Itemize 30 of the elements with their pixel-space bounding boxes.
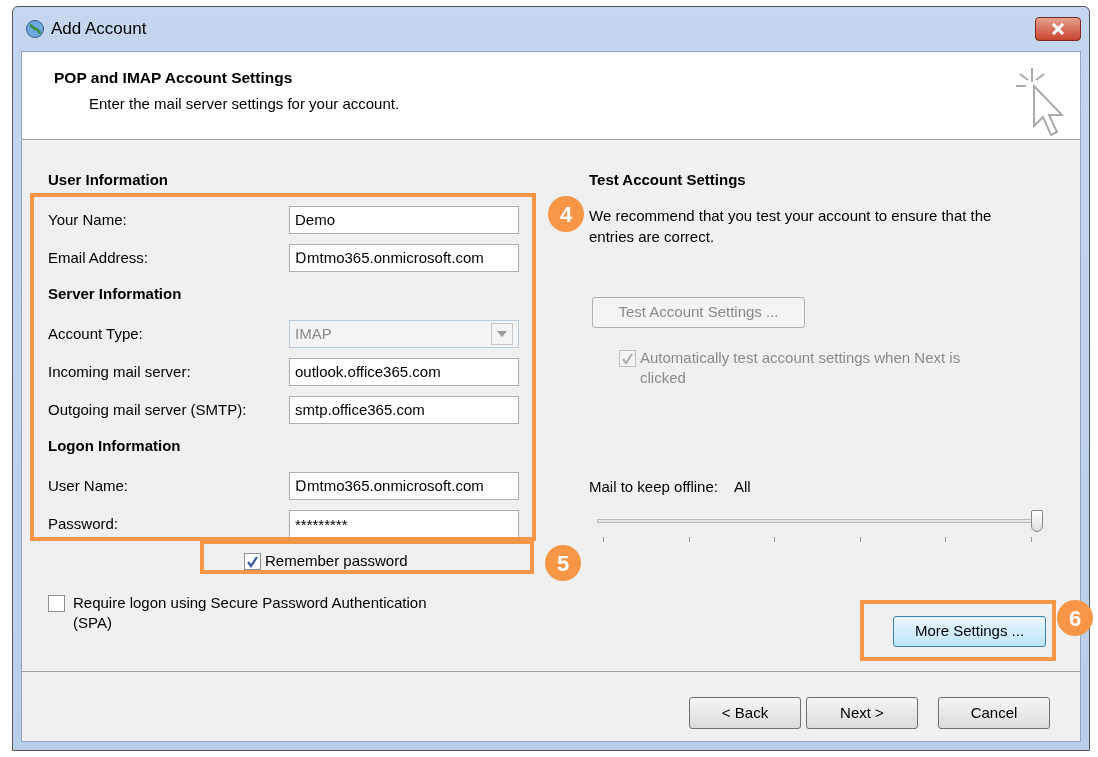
- section-heading: Test Account Settings: [589, 170, 747, 190]
- dialog-button[interactable]: < Back: [689, 697, 801, 729]
- field-label: Your Name:: [48, 209, 128, 230]
- password-field[interactable]: *********: [289, 510, 519, 538]
- field-value: All: [733, 477, 751, 497]
- dialog-button[interactable]: Cancel: [938, 697, 1050, 729]
- field-label: Account Type:: [48, 323, 144, 344]
- page-subtitle: Enter the mail server settings for your account.: [88, 94, 400, 115]
- checkbox-label: Remember password: [265, 551, 408, 571]
- checkbox-label: Automatically test account settings when Next is clicked: [640, 348, 962, 388]
- checkbox-label: Require logon using Secure Password Authentication (SPA): [73, 592, 428, 633]
- input-field[interactable]: Ɒmtmo365.onmicrosoft.com: [289, 244, 519, 272]
- section-heading: User Information: [48, 170, 169, 190]
- description-text: We recommend that you test your account to ensure that the entries are correct.: [589, 206, 993, 247]
- dialog-button[interactable]: Next >: [806, 697, 918, 729]
- more-settings-button[interactable]: More Settings ...: [893, 615, 1046, 647]
- field-label: Mail to keep offline:: [589, 477, 718, 497]
- field-label: Incoming mail server:: [48, 361, 192, 382]
- field-label: User Name:: [48, 475, 130, 496]
- window-title: Add Account: [51, 18, 147, 41]
- input-field[interactable]: outlook.office365.com: [289, 358, 519, 386]
- field-label: Outgoing mail server (SMTP):: [48, 399, 248, 420]
- field-label: Email Address:: [48, 247, 150, 268]
- field-label: Password:: [48, 513, 120, 534]
- input-field[interactable]: Demo: [289, 206, 519, 234]
- input-field[interactable]: smtp.office365.com: [289, 396, 519, 424]
- section-heading: Logon Information: [48, 436, 182, 456]
- input-field[interactable]: Ɒmtmo365.onmicrosoft.com: [289, 472, 519, 500]
- section-heading: Server Information: [48, 284, 183, 304]
- page-title: POP and IMAP Account Settings: [54, 68, 294, 88]
